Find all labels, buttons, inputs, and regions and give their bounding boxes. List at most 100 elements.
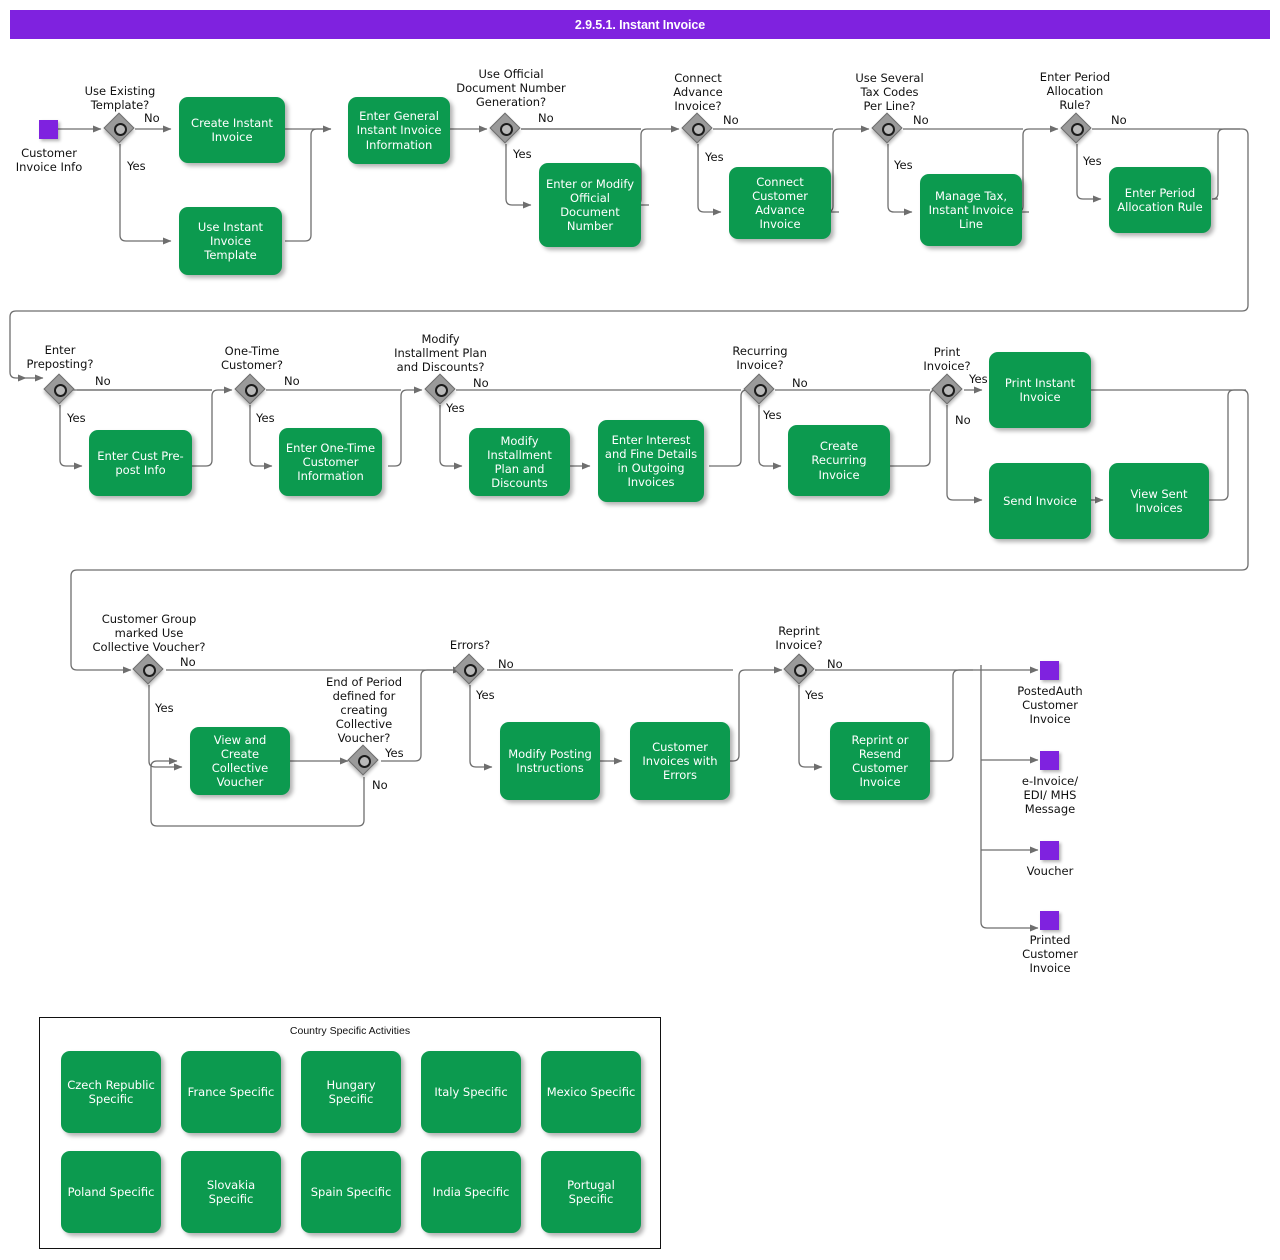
page-title: 2.9.5.1. Instant Invoice: [574, 17, 706, 32]
task-enter-interest-and-fine-details-in-outgoing-invoices[interactable]: Enter Interest and Fine Details in Outgo…: [598, 420, 704, 502]
task-view-and-create-collective-voucher[interactable]: View and Create Collective Voucher: [190, 727, 290, 795]
end-event-voucher[interactable]: [1040, 841, 1059, 860]
edge-label-no: No: [538, 111, 554, 125]
task-enter-one-time-customer-information[interactable]: Enter One-Time Customer Information: [279, 428, 382, 496]
task-slovakia-specific[interactable]: Slovakia Specific: [181, 1151, 281, 1233]
edge-label-no: No: [792, 376, 808, 390]
task-france-specific[interactable]: France Specific: [181, 1051, 281, 1133]
task-mexico-specific[interactable]: Mexico Specific: [541, 1051, 641, 1133]
gateway-connect-advance-invoice[interactable]: [681, 112, 713, 144]
task-portugal-specific[interactable]: Portugal Specific: [541, 1151, 641, 1233]
gateway-customer-group-marked-use-collective-voucher[interactable]: [132, 653, 164, 685]
gateway-one-time-customer-label: One-Time Customer?: [221, 344, 283, 373]
end-event-posted-auth-customer-invoice[interactable]: [1040, 661, 1059, 680]
task-label: Connect Customer Advance Invoice: [752, 174, 808, 232]
gateway-enter-period-allocation-rule[interactable]: [1060, 112, 1092, 144]
end-event-printed-customer-invoice[interactable]: [1040, 911, 1059, 930]
gateway-enter-preposting[interactable]: [43, 373, 75, 405]
task-label: View Sent Invoices: [1130, 486, 1188, 515]
edge-label-yes: Yes: [476, 688, 495, 702]
task-label: Spain Specific: [310, 1184, 392, 1199]
gateway-enter-preposting-label: Enter Preposting?: [26, 343, 94, 372]
edge-label-yes: Yes: [155, 701, 174, 715]
edge-label-no: No: [180, 655, 196, 669]
edge-label-no: No: [1111, 113, 1127, 127]
task-label: Manage Tax, Instant Invoice Line: [928, 188, 1014, 231]
gateway-recurring-invoice[interactable]: [743, 373, 775, 405]
task-modify-installment-plan-and-discounts[interactable]: Modify Installment Plan and Discounts: [469, 428, 570, 496]
task-use-instant-invoice-template[interactable]: Use Instant Invoice Template: [179, 207, 282, 275]
task-print-instant-invoice[interactable]: Print Instant Invoice: [989, 352, 1091, 428]
edge-label-yes: Yes: [805, 688, 824, 702]
end-event-e-invoice-edi-mhs-message-label: e-Invoice/ EDI/ MHS Message: [1021, 774, 1079, 817]
task-label: Send Invoice: [1003, 493, 1077, 508]
task-modify-posting-instructions[interactable]: Modify Posting Instructions: [500, 722, 600, 800]
task-label: Modify Posting Instructions: [508, 746, 592, 775]
task-create-instant-invoice[interactable]: Create Instant Invoice: [179, 97, 285, 163]
task-poland-specific[interactable]: Poland Specific: [61, 1151, 161, 1233]
edge-label-no: No: [284, 374, 300, 388]
edge-label-yes: Yes: [894, 158, 913, 172]
task-create-recurring-invoice[interactable]: Create Recurring Invoice: [788, 425, 890, 496]
task-india-specific[interactable]: India Specific: [421, 1151, 521, 1233]
gateway-inclusive-ring-icon: [691, 122, 705, 136]
gateway-customer-group-marked-use-collective-voucher-label: Customer Group marked Use Collective Vou…: [92, 612, 206, 655]
edge-label-no: No: [498, 657, 514, 671]
edge-label-no: No: [473, 376, 489, 390]
task-enter-general-instant-invoice-information[interactable]: Enter General Instant Invoice Informatio…: [348, 97, 450, 164]
task-view-sent-invoices[interactable]: View Sent Invoices: [1109, 463, 1209, 539]
start-event-customer-invoice-info[interactable]: [39, 120, 58, 139]
gateway-inclusive-ring-icon: [53, 383, 67, 397]
gateway-reprint-invoice[interactable]: [783, 653, 815, 685]
gateway-end-of-period-label: End of Period defined for creating Colle…: [325, 675, 403, 746]
task-label: Modify Installment Plan and Discounts: [487, 433, 552, 491]
start-event-customer-invoice-info-label: Customer Invoice Info: [15, 146, 83, 175]
gateway-end-of-period-defined-for-creating-collective-voucher[interactable]: [347, 744, 379, 776]
gateway-use-several-tax-codes-per-line[interactable]: [871, 112, 903, 144]
gateway-reprint-invoice-label: Reprint Invoice?: [775, 624, 823, 653]
task-label: Mexico Specific: [546, 1084, 636, 1099]
task-hungary-specific[interactable]: Hungary Specific: [301, 1051, 401, 1133]
gateway-errors[interactable]: [453, 653, 485, 685]
task-enter-or-modify-official-document-number[interactable]: Enter or Modify Official Document Number: [539, 163, 641, 247]
gateway-inclusive-ring-icon: [1070, 122, 1084, 136]
end-event-voucher-label: Voucher: [1026, 864, 1074, 878]
task-connect-customer-advance-invoice[interactable]: Connect Customer Advance Invoice: [729, 167, 831, 239]
task-customer-invoices-with-errors[interactable]: Customer Invoices with Errors: [630, 722, 730, 800]
gateway-use-existing-template[interactable]: [103, 112, 135, 144]
diagram-canvas: 2.9.5.1. Instant Invoice Customer Invoic…: [0, 0, 1280, 1260]
edge-label-no: No: [955, 413, 971, 427]
gateway-print-invoice[interactable]: [931, 373, 963, 405]
task-italy-specific[interactable]: Italy Specific: [421, 1051, 521, 1133]
gateway-print-invoice-label: Print Invoice?: [923, 345, 971, 374]
gateway-inclusive-ring-icon: [463, 663, 477, 677]
task-reprint-or-resend-customer-invoice[interactable]: Reprint or Resend Customer Invoice: [830, 722, 930, 800]
gateway-use-official-document-number-generation[interactable]: [489, 112, 521, 144]
edge-label-yes: Yes: [1083, 154, 1102, 168]
title-bar: 2.9.5.1. Instant Invoice: [10, 10, 1270, 39]
task-enter-period-allocation-rule[interactable]: Enter Period Allocation Rule: [1109, 167, 1211, 233]
task-label: Portugal Specific: [567, 1177, 615, 1206]
task-label: Customer Invoices with Errors: [642, 739, 718, 782]
task-enter-cust-prepost-info[interactable]: Enter Cust Pre-post Info: [89, 430, 192, 496]
end-event-posted-auth-customer-invoice-label: PostedAuth Customer Invoice: [1017, 684, 1083, 727]
gateway-use-official-document-number-generation-label: Use Official Document Number Generation?: [456, 67, 566, 110]
gateway-errors-label: Errors?: [449, 638, 491, 652]
task-label: Czech Republic Specific: [67, 1077, 155, 1106]
task-send-invoice[interactable]: Send Invoice: [989, 463, 1091, 539]
gateway-inclusive-ring-icon: [941, 383, 955, 397]
task-spain-specific[interactable]: Spain Specific: [301, 1151, 401, 1233]
task-label: Enter Period Allocation Rule: [1117, 185, 1203, 214]
edge-label-yes: Yes: [127, 159, 146, 173]
task-czech-republic-specific[interactable]: Czech Republic Specific: [61, 1051, 161, 1133]
end-event-e-invoice-edi-mhs-message[interactable]: [1040, 751, 1059, 770]
task-label: Enter One-Time Customer Information: [285, 440, 376, 483]
task-manage-tax-instant-invoice-line[interactable]: Manage Tax, Instant Invoice Line: [920, 174, 1022, 246]
gateway-one-time-customer[interactable]: [234, 373, 266, 405]
gateway-enter-period-allocation-rule-label: Enter Period Allocation Rule?: [1039, 70, 1111, 113]
task-label: Enter or Modify Official Document Number: [545, 176, 635, 234]
gateway-recurring-invoice-label: Recurring Invoice?: [732, 344, 788, 373]
gateway-use-several-tax-codes-per-line-label: Use Several Tax Codes Per Line?: [855, 71, 924, 114]
edge-label-yes: Yes: [763, 408, 782, 422]
task-label: View and Create Collective Voucher: [211, 732, 269, 790]
